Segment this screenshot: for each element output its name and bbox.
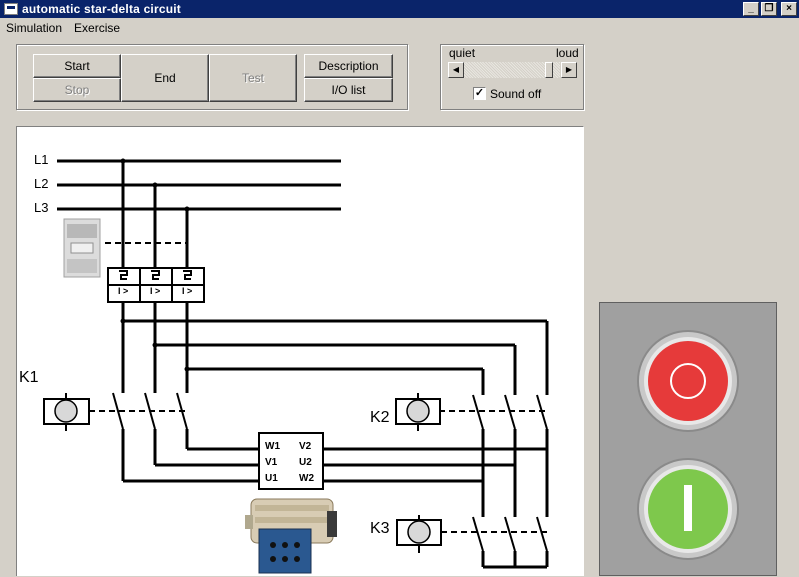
pushbutton-panel [599,302,777,576]
circuit-canvas: L1 L2 L3 I > I > I > K1 K2 K3 W1 V2 V1 U… [16,126,584,576]
menu-bar: Simulation Exercise [0,18,126,38]
window-buttons: _ ❐ × [743,2,797,16]
breaker-label-3: I > [182,286,193,296]
volume-right-arrow-icon[interactable]: ▶ [561,62,577,78]
line-label-l1: L1 [34,152,49,167]
k3-coil-symbol [396,515,442,553]
terminal-w2: W2 [299,473,314,484]
k2-coil-symbol [395,393,441,431]
motor-image [245,498,337,574]
window-title: automatic star-delta circuit [22,2,181,16]
stop-pushbutton[interactable] [637,330,739,432]
terminal-v2: V2 [299,441,312,452]
breaker-label-2: I > [150,286,161,296]
stop-button[interactable]: Stop [33,78,121,102]
terminal-w1: W1 [265,441,280,452]
minimize-icon[interactable]: _ [743,2,759,16]
volume-slider-thumb[interactable] [545,62,553,78]
loud-label: loud [556,46,579,60]
volume-left-arrow-icon[interactable]: ◀ [448,62,464,78]
k1-coil-symbol [43,393,90,431]
terminal-u1: U1 [265,473,278,484]
start-button[interactable]: Start [33,54,121,78]
breaker-device-image [63,218,101,278]
breaker-label-1: I > [118,286,129,296]
menu-exercise[interactable]: Exercise [68,21,126,35]
end-button[interactable]: End [121,54,209,102]
circuit-breaker-symbol [107,267,205,303]
circuit-diagram [43,158,549,574]
close-icon[interactable]: × [781,2,797,16]
app-icon [4,3,18,15]
title-bar: automatic star-delta circuit _ ❐ × [0,0,799,18]
line-label-l3: L3 [34,200,49,215]
sound-off-checkbox[interactable]: ✓ [473,87,486,100]
menu-simulation[interactable]: Simulation [0,21,68,35]
restore-icon[interactable]: ❐ [761,2,777,16]
sound-off-label: Sound off [490,87,542,101]
contactor-label-k1: K1 [19,369,39,386]
test-button[interactable]: Test [209,54,297,102]
start-pushbutton[interactable] [637,458,739,560]
contactor-label-k3: K3 [370,520,390,537]
terminal-u2: U2 [299,457,312,468]
quiet-label: quiet [449,46,476,60]
terminal-v1: V1 [265,457,278,468]
line-label-l2: L2 [34,176,49,191]
io-list-button[interactable]: I/O list [304,78,393,102]
description-button[interactable]: Description [304,54,393,78]
contactor-label-k2: K2 [370,409,390,426]
